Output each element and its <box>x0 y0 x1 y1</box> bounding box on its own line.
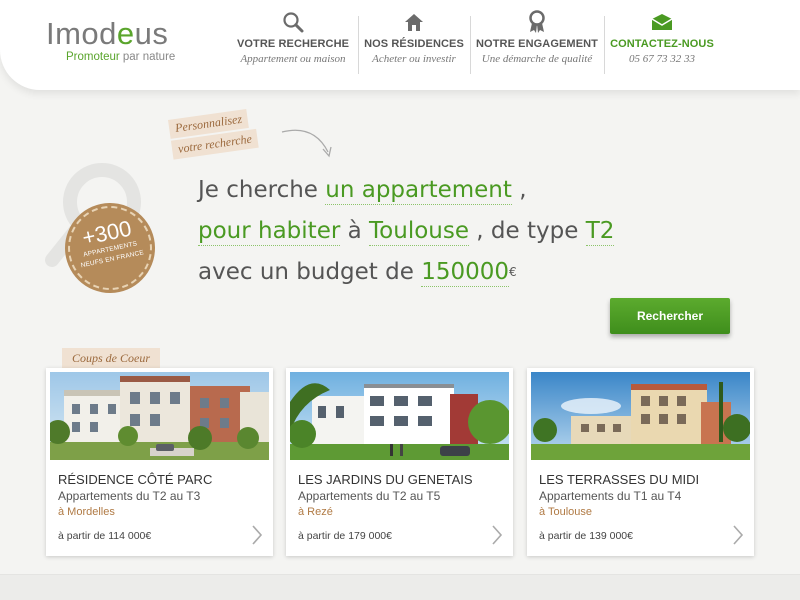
sentence-text: à <box>340 218 370 244</box>
sentence-text: avec un budget de <box>198 259 422 285</box>
residence-title: LES JARDINS DU GENETAIS <box>298 472 473 487</box>
residence-title: LES TERRASSES DU MIDI <box>539 472 700 487</box>
sentence-text: Je cherche <box>198 177 326 203</box>
featured-cards: RÉSIDENCE CÔTÉ PARC Appartements du T2 a… <box>46 368 756 558</box>
contact-phone: 05 67 73 32 33 <box>629 53 695 65</box>
nav-title: VOTRE RECHERCHE <box>236 38 350 50</box>
main-nav: VOTRE RECHERCHE Appartement ou maison NO… <box>228 8 720 78</box>
nav-nos-residences[interactable]: NOS RÉSIDENCES Acheter ou investir <box>358 8 470 76</box>
nav-votre-recherche[interactable]: VOTRE RECHERCHE Appartement ou maison <box>228 8 358 76</box>
purpose-selector[interactable]: pour habiter <box>198 218 341 246</box>
nav-title: NOS RÉSIDENCES <box>364 38 464 50</box>
residence-subtitle: Appartements du T1 au T4 <box>539 489 682 503</box>
nav-subtitle: Acheter ou investir <box>372 53 456 65</box>
residence-city: à Rezé <box>298 506 333 518</box>
residence-photo <box>50 372 269 460</box>
residence-subtitle: Appartements du T2 au T5 <box>298 489 441 503</box>
nav-subtitle: Appartement ou maison <box>240 53 346 65</box>
chevron-right-icon[interactable] <box>491 524 503 546</box>
sentence-text: , <box>511 177 527 203</box>
property-type-selector[interactable]: un appartement <box>325 177 512 205</box>
size-selector[interactable]: T2 <box>585 218 615 246</box>
personalize-tag: Personnalisez votre recherche <box>168 108 260 162</box>
logo[interactable]: Imodeus Promoteur par nature <box>46 16 206 64</box>
sentence-text: , de type <box>469 218 586 244</box>
footer-band <box>0 574 800 600</box>
curved-arrow-icon <box>281 129 332 158</box>
nav-subtitle: Une démarche de qualité <box>481 53 593 65</box>
search-button[interactable]: Rechercher <box>610 298 730 334</box>
residence-city: à Toulouse <box>539 506 593 518</box>
house-icon <box>358 10 470 34</box>
residence-price: à partir de 179 000€ <box>298 530 392 542</box>
residence-subtitle: Appartements du T2 au T3 <box>58 489 201 503</box>
chevron-right-icon[interactable] <box>251 524 263 546</box>
mail-icon <box>604 10 720 34</box>
logo-tagline: Promoteur par nature <box>66 51 176 63</box>
residence-photo <box>531 372 750 460</box>
residence-city: à Mordelles <box>58 506 115 518</box>
featured-label: Coups de Coeur <box>62 348 160 369</box>
nav-title: CONTACTEZ-NOUS <box>610 38 714 50</box>
residence-title: RÉSIDENCE CÔTÉ PARC <box>58 472 213 487</box>
nav-title: NOTRE ENGAGEMENT <box>476 38 598 50</box>
budget-input[interactable]: 150000 <box>421 259 510 287</box>
residence-price: à partir de 139 000€ <box>539 530 633 542</box>
nav-notre-engagement[interactable]: NOTRE ENGAGEMENT Une démarche de qualité <box>470 8 604 76</box>
search-icon <box>228 10 358 34</box>
chevron-right-icon[interactable] <box>732 524 744 546</box>
currency-symbol: € <box>509 265 517 279</box>
nav-contactez-nous[interactable]: CONTACTEZ-NOUS 05 67 73 32 33 <box>604 8 720 76</box>
residence-card[interactable]: RÉSIDENCE CÔTÉ PARC Appartements du T2 a… <box>46 368 273 556</box>
site-header: Imodeus Promoteur par nature VOTRE RECHE… <box>0 0 800 90</box>
residence-price: à partir de 114 000€ <box>58 530 152 542</box>
city-selector[interactable]: Toulouse <box>369 218 469 246</box>
logo-wordmark: Imodeus <box>46 16 169 51</box>
residence-photo <box>290 372 509 460</box>
award-icon <box>470 10 604 34</box>
residence-card[interactable]: LES TERRASSES DU MIDI Appartements du T1… <box>527 368 754 556</box>
search-sentence: Je cherche un appartement , pour habiter… <box>198 170 758 293</box>
residence-card[interactable]: LES JARDINS DU GENETAIS Appartements du … <box>286 368 513 556</box>
